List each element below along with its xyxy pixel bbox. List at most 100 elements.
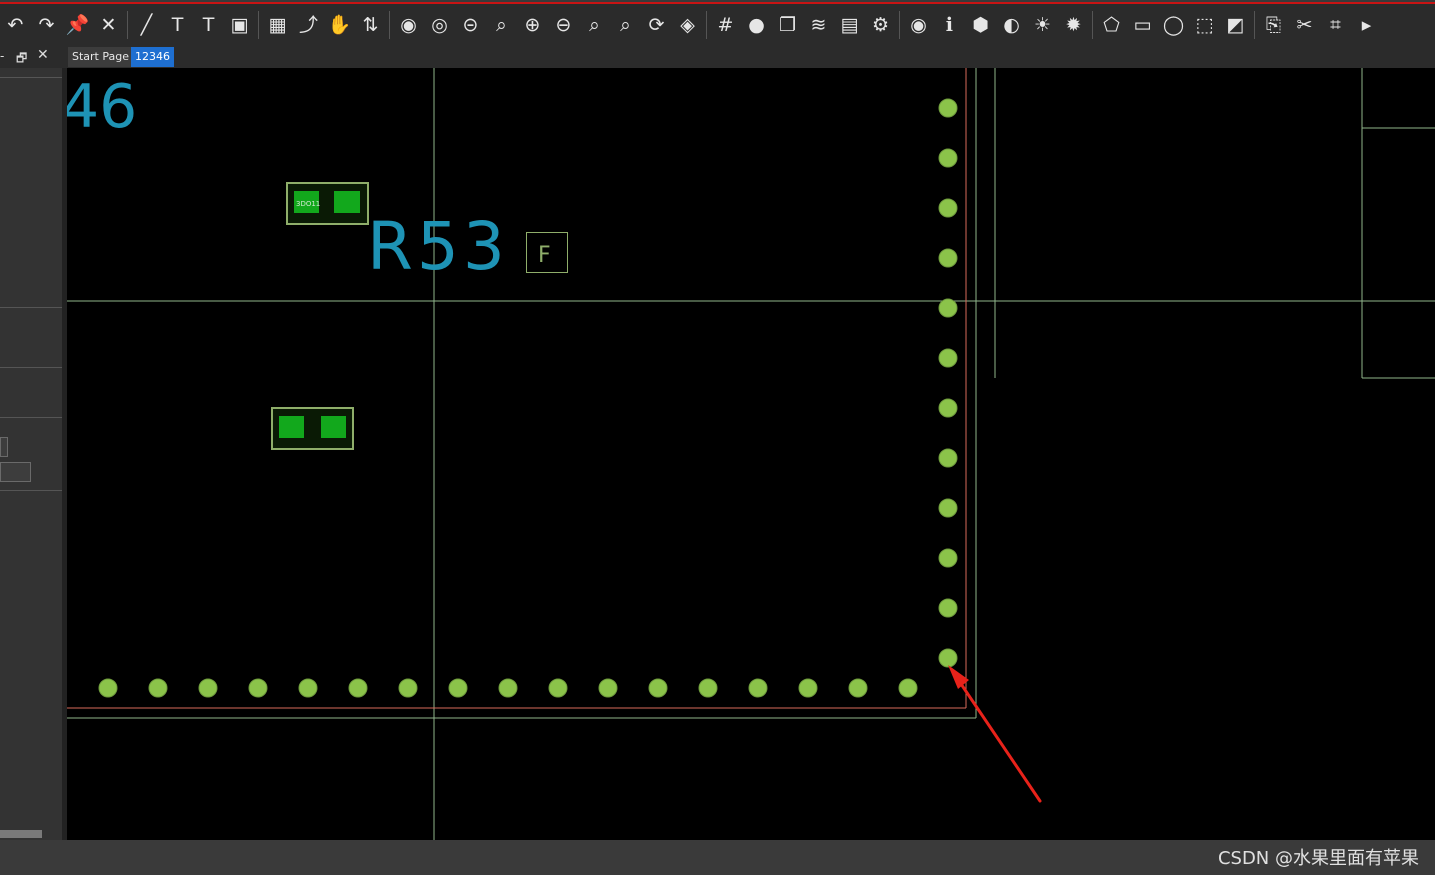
cut-tool-icon[interactable]: ✂ — [1289, 10, 1320, 40]
pcb-editor-window: ↶ ↷ 📌 ✕ ╱ T T ▣ ▦ ⤴ ✋ ⇅ ◉ ◎ ⊝ ⌕ ⊕ ⊖ ⌕ ⌕ ⟳ ◈ # ● ❐ ≋ ▤ ⚙ ◉ ℹ ⬢ ◐ ☀ ✹ ⬠ ▭ ◯ ⬚ ◩ ⎘… — [0, 0, 1435, 875]
toolbar-separator — [127, 11, 128, 39]
via[interactable] — [548, 678, 568, 698]
refresh-icon[interactable]: ⟳ — [641, 10, 672, 40]
via[interactable] — [938, 148, 958, 168]
add-circle-icon[interactable]: ◯ — [1158, 10, 1189, 40]
redo-icon[interactable]: ↷ — [31, 10, 62, 40]
silk-label-partial[interactable]: 46 — [67, 72, 137, 142]
panel-divider — [0, 417, 62, 418]
zoom-selection-icon[interactable]: ⌕ — [610, 10, 641, 40]
via[interactable] — [898, 678, 918, 698]
toolbar-separator — [706, 11, 707, 39]
zoom-in-icon[interactable]: ⊕ — [517, 10, 548, 40]
zoom-previous-icon[interactable]: ⌕ — [579, 10, 610, 40]
toolbar-separator — [389, 11, 390, 39]
interactive-route-icon[interactable]: ✋ — [324, 10, 355, 40]
highlight-icon[interactable]: ✹ — [1058, 10, 1089, 40]
via[interactable] — [848, 678, 868, 698]
via[interactable] — [248, 678, 268, 698]
color-icon[interactable]: ● — [741, 10, 772, 40]
zoom-window-icon[interactable]: ⌕ — [486, 10, 517, 40]
zoom-fit-icon[interactable]: ⊝ — [455, 10, 486, 40]
via[interactable] — [298, 678, 318, 698]
pad-label: 3DO11 — [296, 200, 320, 208]
tab-start-page[interactable]: Start Page — [68, 47, 133, 67]
panel-float-icon[interactable]: 🗗 — [16, 49, 27, 70]
via[interactable] — [98, 678, 118, 698]
camera-icon[interactable]: ⌗ — [1320, 10, 1351, 40]
draw-line-icon[interactable]: ╱ — [131, 10, 162, 40]
via[interactable] — [938, 348, 958, 368]
silk-refdes-r53[interactable]: R53 — [367, 208, 509, 285]
via[interactable] — [938, 398, 958, 418]
main-toolbar: ↶ ↷ 📌 ✕ ╱ T T ▣ ▦ ⤴ ✋ ⇅ ◉ ◎ ⊝ ⌕ ⊕ ⊖ ⌕ ⌕ ⟳ ◈ # ● ❐ ≋ ▤ ⚙ ◉ ℹ ⬢ ◐ ☀ ✹ ⬠ ▭ ◯ ⬚ ◩ ⎘… — [0, 4, 1435, 46]
net-check-icon[interactable]: ◎ — [424, 10, 455, 40]
layer-window-icon[interactable]: ❐ — [772, 10, 803, 40]
layers-icon[interactable]: ≋ — [803, 10, 834, 40]
via[interactable] — [938, 598, 958, 618]
via[interactable] — [938, 298, 958, 318]
via[interactable] — [938, 498, 958, 518]
panel-close-icon[interactable]: ✕ — [37, 47, 49, 63]
via[interactable] — [448, 678, 468, 698]
via[interactable] — [748, 678, 768, 698]
via[interactable] — [938, 548, 958, 568]
via[interactable] — [938, 648, 958, 668]
overflow-icon[interactable]: ▸ — [1351, 10, 1382, 40]
via[interactable] — [798, 678, 818, 698]
light-icon[interactable]: ☀ — [1027, 10, 1058, 40]
via[interactable] — [598, 678, 618, 698]
text-edit-icon[interactable]: T — [193, 10, 224, 40]
via[interactable] — [698, 678, 718, 698]
component-footprint[interactable] — [271, 407, 354, 450]
via[interactable] — [398, 678, 418, 698]
diagonal-icon[interactable]: ◩ — [1220, 10, 1251, 40]
pin-icon[interactable]: 📌 — [62, 10, 93, 40]
component-icon[interactable]: ▣ — [224, 10, 255, 40]
via[interactable] — [198, 678, 218, 698]
select-icon[interactable]: ⬚ — [1189, 10, 1220, 40]
panel-divider — [0, 367, 62, 368]
component-footprint[interactable]: 3DO11 — [286, 182, 369, 225]
text-tool-icon[interactable]: T — [162, 10, 193, 40]
panel-field[interactable] — [0, 462, 31, 482]
unpin-icon[interactable]: ✕ — [93, 10, 124, 40]
panel-field[interactable] — [0, 437, 8, 457]
via[interactable] — [348, 678, 368, 698]
watermark-text: CSDN @水果里面有苹果 — [1217, 848, 1419, 869]
diff-pair-icon[interactable]: ⇅ — [355, 10, 386, 40]
add-rectangle-icon[interactable]: ▭ — [1127, 10, 1158, 40]
via[interactable] — [938, 198, 958, 218]
chip-icon[interactable]: ▦ — [262, 10, 293, 40]
route-icon[interactable]: ⤴ — [293, 10, 324, 40]
tab-document[interactable]: 12346 — [131, 47, 174, 67]
pcb-canvas[interactable]: 46 R53 F 3DO11 — [67, 68, 1435, 840]
properties-icon[interactable]: ℹ — [934, 10, 965, 40]
pcb-drawing[interactable]: 46 R53 F 3DO11 — [67, 68, 1435, 840]
toolbar-separator — [1254, 11, 1255, 39]
via[interactable] — [498, 678, 518, 698]
3d-view-icon[interactable]: ⬢ — [965, 10, 996, 40]
shading-icon[interactable]: ◐ — [996, 10, 1027, 40]
visibility-icon[interactable]: ◉ — [903, 10, 934, 40]
drc-icon[interactable]: ◉ — [393, 10, 424, 40]
zoom-out-icon[interactable]: ⊖ — [548, 10, 579, 40]
add-shape-icon[interactable]: ⬠ — [1096, 10, 1127, 40]
panel-menu-icon[interactable]: ‐ — [0, 49, 4, 63]
left-panel — [0, 68, 62, 840]
undo-icon[interactable]: ↶ — [0, 10, 31, 40]
via[interactable] — [648, 678, 668, 698]
fiducial-marker-label: F — [538, 243, 551, 268]
via[interactable] — [938, 98, 958, 118]
via[interactable] — [938, 448, 958, 468]
grid-icon[interactable]: # — [710, 10, 741, 40]
via[interactable] — [938, 248, 958, 268]
copy-tool-icon[interactable]: ⎘ — [1258, 10, 1289, 40]
via[interactable] — [148, 678, 168, 698]
panel-scrollbar[interactable] — [0, 830, 42, 838]
document-tab-bar: ‐ 🗗 ✕ Start Page 12346 — [0, 46, 1435, 68]
settings-doc-icon[interactable]: ⚙ — [865, 10, 896, 40]
board-3d-icon[interactable]: ◈ — [672, 10, 703, 40]
toolbar-separator — [258, 11, 259, 39]
report-icon[interactable]: ▤ — [834, 10, 865, 40]
